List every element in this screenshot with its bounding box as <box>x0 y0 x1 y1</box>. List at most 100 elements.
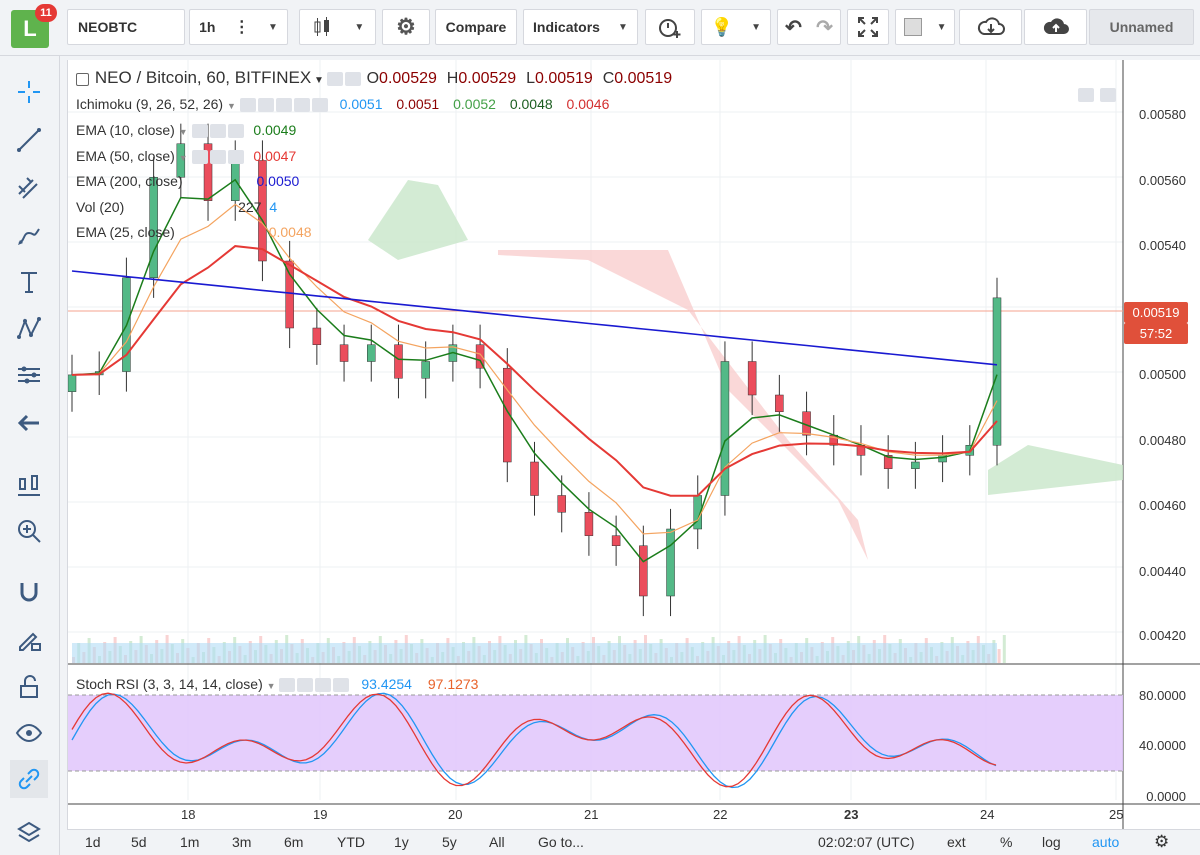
ext-toggle[interactable]: ext <box>947 834 966 850</box>
fullscreen-button[interactable] <box>847 9 889 45</box>
percent-toggle[interactable]: % <box>1000 834 1012 850</box>
eye-icon[interactable] <box>239 98 256 113</box>
arrow-left-icon[interactable] <box>10 404 48 442</box>
auto-toggle[interactable]: auto <box>1092 834 1119 850</box>
fib-tools-icon[interactable] <box>10 169 48 207</box>
candle-body <box>557 495 566 513</box>
indicator-ichimoku[interactable]: Ichimoku (9, 26, 52, 26) ▼ 0.0051 0.0051… <box>76 96 609 113</box>
collapse-icon[interactable] <box>76 72 89 86</box>
load-layout-button[interactable] <box>959 9 1022 45</box>
range-1y[interactable]: 1y <box>394 834 409 850</box>
alert-button[interactable] <box>645 9 695 45</box>
redo-icon[interactable]: ↷ <box>816 15 833 40</box>
color-theme-button[interactable]: ▼ <box>895 9 955 45</box>
notification-badge[interactable]: 11 <box>35 4 57 22</box>
compare-button[interactable]: Compare <box>435 9 517 45</box>
save-layout-button[interactable] <box>1024 9 1087 45</box>
gear-icon[interactable]: ⚙ <box>1154 832 1169 852</box>
range-all[interactable]: All <box>489 834 505 850</box>
last-price-tag: 0.00519 <box>1124 302 1188 323</box>
unlock-icon[interactable] <box>10 668 48 706</box>
chart-pane[interactable]: NEO / Bitcoin, 60, BITFINEX ▼ O0.00529 H… <box>67 60 1200 830</box>
zoom-in-icon[interactable] <box>10 512 48 550</box>
trend-line-icon[interactable] <box>10 121 48 159</box>
close-icon[interactable] <box>311 98 328 113</box>
app-logo[interactable]: L 11 <box>11 4 57 48</box>
indicator-ema25[interactable]: EMA (25, close) 0.0048 <box>76 224 312 240</box>
chevron-down-icon: ▼ <box>354 21 365 33</box>
chart-type-button[interactable]: ▼ <box>299 9 376 45</box>
range-5y[interactable]: 5y <box>442 834 457 850</box>
candle-body <box>285 260 294 329</box>
interval-value: 1h <box>199 19 216 35</box>
gear-icon[interactable] <box>209 124 226 139</box>
text-icon[interactable] <box>10 263 48 301</box>
interval-select[interactable]: 1h ⋮ ▼ <box>189 9 288 45</box>
chevron-down-icon[interactable]: ▼ <box>179 127 188 137</box>
eye-icon[interactable] <box>191 124 208 139</box>
ideas-button[interactable]: 💡 ▼ <box>701 9 771 45</box>
chevron-down-icon[interactable]: ▼ <box>227 101 236 111</box>
layers-icon[interactable] <box>10 814 48 852</box>
arrow-down-icon[interactable] <box>1100 88 1116 102</box>
measure-icon[interactable] <box>10 466 48 504</box>
gear-icon[interactable] <box>297 678 314 693</box>
clock[interactable]: 02:02:07 (UTC) <box>818 834 914 850</box>
lock-drawing-icon[interactable] <box>10 620 48 658</box>
log-toggle[interactable]: log <box>1042 834 1061 850</box>
indicator-name: Vol (20) <box>76 199 125 215</box>
layout-name[interactable]: Unnamed <box>1089 9 1194 45</box>
indicator-volume[interactable]: Vol (20) 227 4 <box>76 199 277 215</box>
close-icon[interactable] <box>333 678 350 693</box>
price-tick: 0.00480 <box>1139 433 1186 448</box>
source-icon[interactable] <box>275 98 292 113</box>
indicators-button[interactable]: Indicators ▼ <box>523 9 638 45</box>
plus-icon[interactable] <box>293 98 310 113</box>
link-icon[interactable] <box>10 760 48 798</box>
gear-icon[interactable] <box>209 150 226 165</box>
magnet-icon[interactable] <box>10 574 48 612</box>
chevron-down-icon[interactable]: ▼ <box>311 75 326 86</box>
range-3m[interactable]: 3m <box>232 834 251 850</box>
pattern-icon[interactable] <box>10 310 48 348</box>
brush-icon[interactable] <box>10 216 48 254</box>
eye-icon[interactable] <box>10 714 48 752</box>
eye-icon[interactable] <box>279 678 296 693</box>
candle-body <box>911 461 920 469</box>
indicator-value: 0.0051 <box>339 96 383 112</box>
gear-icon[interactable] <box>257 98 274 113</box>
gear-icon[interactable] <box>344 72 361 87</box>
eye-icon[interactable] <box>326 72 343 87</box>
crosshair-icon[interactable] <box>10 73 48 111</box>
range-1d[interactable]: 1d <box>85 834 101 850</box>
range-6m[interactable]: 6m <box>284 834 303 850</box>
range-ytd[interactable]: YTD <box>337 834 365 850</box>
plus-icon[interactable] <box>315 678 332 693</box>
chevron-down-icon[interactable]: ▼ <box>267 681 276 691</box>
goto-button[interactable]: Go to... <box>538 834 584 850</box>
indicators-label: Indicators <box>533 19 600 35</box>
indicator-value: 0.0049 <box>253 122 297 138</box>
indicator-ema200[interactable]: EMA (200, close) 0.0050 <box>76 173 299 189</box>
range-1m[interactable]: 1m <box>180 834 199 850</box>
chevron-down-icon[interactable]: ▼ <box>179 153 188 163</box>
candle-body <box>720 361 730 496</box>
chart-title[interactable]: NEO / Bitcoin, 60, BITFINEX <box>95 68 311 87</box>
volume-ma-area <box>72 643 997 663</box>
close-icon[interactable] <box>227 150 244 165</box>
close-icon[interactable] <box>227 124 244 139</box>
time-tick: 18 <box>181 807 196 822</box>
range-5d[interactable]: 5d <box>131 834 147 850</box>
indicator-name: EMA (200, close) <box>76 173 183 189</box>
symbol-input[interactable]: NEOBTC <box>67 9 185 45</box>
indicator-ema50[interactable]: EMA (50, close) ▼ 0.0047 <box>76 148 296 165</box>
settings-button[interactable]: ⚙ <box>382 9 430 45</box>
eye-icon[interactable] <box>191 150 208 165</box>
arrow-down-icon[interactable] <box>1078 88 1094 102</box>
stoch-legend[interactable]: Stoch RSI (3, 3, 14, 14, close) ▼ 93.425… <box>76 676 478 693</box>
indicator-ema10[interactable]: EMA (10, close) ▼ 0.0049 <box>76 122 297 139</box>
indicator-value: 227 <box>238 199 262 215</box>
prediction-icon[interactable] <box>10 356 48 394</box>
undo-icon[interactable]: ↶ <box>785 15 802 40</box>
indicator-name: EMA (50, close) <box>76 148 175 164</box>
